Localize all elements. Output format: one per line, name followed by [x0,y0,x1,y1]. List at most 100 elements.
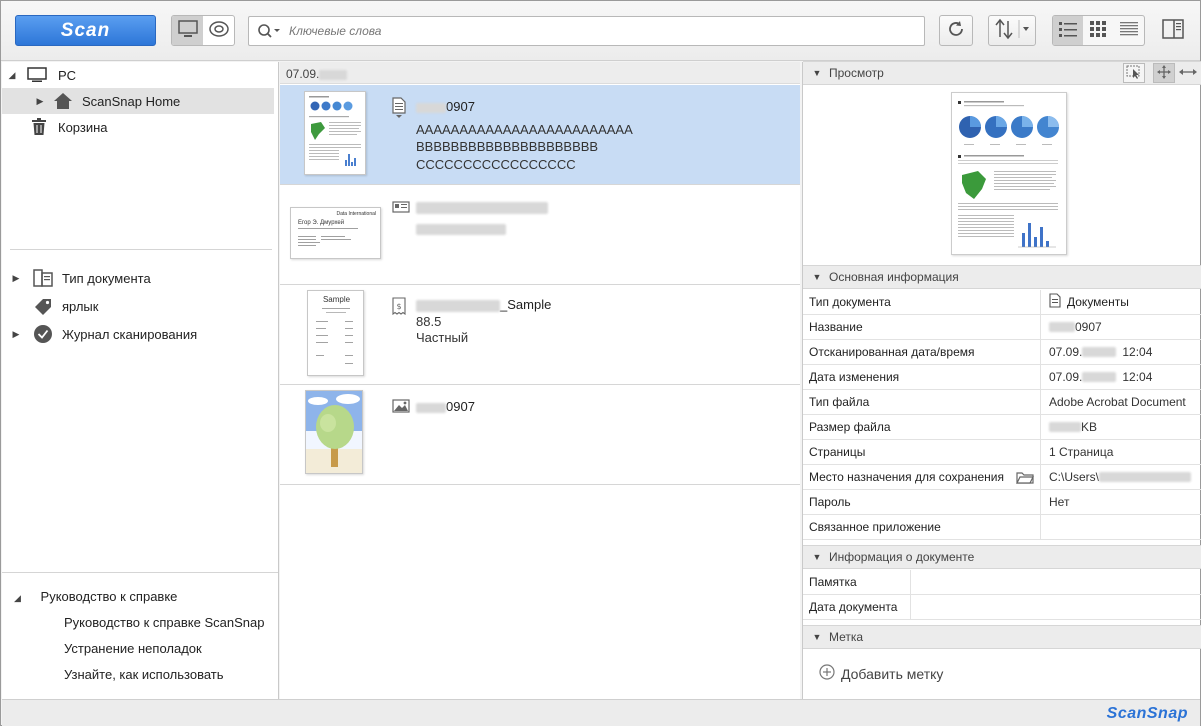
expand-triangle-icon[interactable]: ▶ [34,96,46,107]
document-text-line: AAAAAAAAAAAAAAAAAAAAAAAAA [416,122,633,137]
document-icon [1049,293,1061,311]
receipt-thumbnail: Sample [307,290,364,376]
prop-row-password: Пароль Нет [803,490,1201,515]
prop-value: Adobe Acrobat Document [1049,395,1186,409]
filter-document-type[interactable]: ▶ Тип документа [2,265,278,291]
scansnap-logo: ScanSnap [1106,705,1188,722]
list-item[interactable]: 0907 [280,385,800,485]
refresh-icon [946,19,966,42]
prop-row-file-size: Размер файла KB [803,415,1201,440]
collapse-triangle-icon[interactable]: ▼ [811,68,823,78]
collapse-triangle-icon[interactable]: ▼ [811,632,823,642]
prop-row-memo: Памятка [803,570,1201,595]
prop-value: C:\Users\ [1041,470,1192,484]
tree-item-label: ScanSnap Home [82,93,181,109]
filter-scan-history[interactable]: ▶ Журнал сканирования [2,321,278,347]
document-list: 07.09. 0907 AAAAAAAAAAAAAAAAAAAAAAAAA BB… [280,62,800,699]
prop-key: Дата документа [803,595,911,619]
prop-key: Тип документа [803,290,1041,314]
prop-key: Тип файла [803,390,1041,414]
collapse-triangle-icon[interactable]: ◢ [14,593,21,603]
prop-key: Связанное приложение [803,515,1041,539]
local-pc-toggle[interactable] [172,16,203,45]
collapse-triangle-icon[interactable]: ◢ [6,70,18,81]
computer-icon [24,67,50,83]
receipt-amount: 88.5 [416,314,442,329]
photo-icon [392,399,410,416]
grid-view-toggle[interactable] [1083,16,1113,45]
help-link-guide[interactable]: Руководство к справке ScanSnap [64,615,264,630]
prop-value[interactable]: 0907 [1041,320,1102,334]
refresh-button[interactable] [939,15,973,46]
prop-key: Место назначения для сохранения [803,465,1041,489]
prop-value[interactable]: Документы [1041,293,1129,311]
monitor-icon [177,20,198,41]
prop-row-pages: Страницы 1 Страница [803,440,1201,465]
details-pane: ▼ Просмотр ▼ Основная информация Тип док… [802,61,1201,699]
document-title: 0907 [416,399,475,415]
toolbar: Scan [1,1,1200,61]
tree-item-trash[interactable]: Корзина [2,114,278,140]
prop-key: Пароль [803,490,1041,514]
split-panel-icon [1162,19,1184,42]
svg-text:$: $ [396,302,401,311]
filter-label: ярлык [62,298,99,314]
help-link-troubleshooting[interactable]: Устранение неполадок [64,641,202,656]
expand-triangle-icon[interactable]: ▶ [10,273,22,284]
tree-item-scansnap-home[interactable]: ▶ ScanSnap Home [2,88,274,114]
prop-row-save-location: Место назначения для сохранения C:\Users… [803,465,1201,490]
collapse-triangle-icon[interactable]: ▼ [811,272,823,282]
list-item[interactable]: Sample $ _Sample 88.5 Частный [280,285,800,385]
help-link-how-to-use[interactable]: Узнайте, как использовать [64,667,224,682]
document-type-icon [392,97,406,122]
source-toggle [171,15,235,46]
receipt-icon: $ [392,297,406,318]
prop-key: Отсканированная дата/время [803,340,1041,364]
sort-button[interactable] [988,15,1036,46]
prop-value: Нет [1049,495,1070,509]
home-icon [50,92,76,110]
search-icon[interactable] [249,23,289,39]
prop-value: 07.09. 12:04 [1049,345,1153,359]
sort-icon [992,18,1032,43]
filter-label: Журнал сканирования [62,326,198,342]
prop-key: Памятка [803,570,911,594]
pan-tool-button[interactable] [1153,63,1175,83]
tag-section-header[interactable]: ▼ Метка [803,625,1201,649]
detail-view-toggle[interactable] [1114,16,1144,45]
prop-row-linked-app: Связанное приложение [803,515,1201,540]
select-area-button[interactable] [1123,63,1145,83]
prop-key: Размер файла [803,415,1041,439]
prop-value: 1 Страница [1049,445,1114,459]
tree-item-label: PC [58,67,77,83]
document-title [416,199,548,215]
search-input[interactable] [289,24,909,38]
fit-width-button[interactable] [1177,63,1199,83]
help-header[interactable]: ◢ Руководство к справке [14,589,177,604]
collapse-triangle-icon[interactable]: ▼ [811,552,823,562]
add-tag-button[interactable]: Добавить метку [819,664,943,683]
filter-tag[interactable]: ярлык [2,293,278,319]
cloud-toggle[interactable] [203,16,234,45]
prop-value: 07.09. 12:04 [1049,370,1153,384]
prop-row-document-date: Дата документа [803,595,1201,620]
search-box [248,16,925,46]
prop-value: KB [1041,420,1097,434]
doc-info-section-header[interactable]: ▼ Информация о документе [803,545,1201,569]
scan-button[interactable]: Scan [15,15,156,46]
list-item[interactable]: Data International Егор Э. Дмурхей [280,185,800,285]
basic-info-section-header[interactable]: ▼ Основная информация [803,265,1201,289]
panel-toggle-button[interactable] [1157,15,1189,46]
select-cursor-icon [1126,65,1142,82]
check-circle-icon [30,324,56,344]
section-divider [10,249,272,250]
document-title: 0907 [416,99,475,115]
expand-triangle-icon[interactable]: ▶ [10,329,22,340]
tree-item-pc[interactable]: ◢ PC [2,62,278,88]
folder-icon[interactable] [1016,470,1034,487]
list-item[interactable]: 0907 AAAAAAAAAAAAAAAAAAAAAAAAA BBBBBBBBB… [280,85,800,185]
list-view-toggle[interactable] [1053,16,1084,45]
prop-row-name: Название 0907 [803,315,1201,340]
document-title: _Sample [416,297,551,313]
photo-thumbnail [305,390,363,474]
